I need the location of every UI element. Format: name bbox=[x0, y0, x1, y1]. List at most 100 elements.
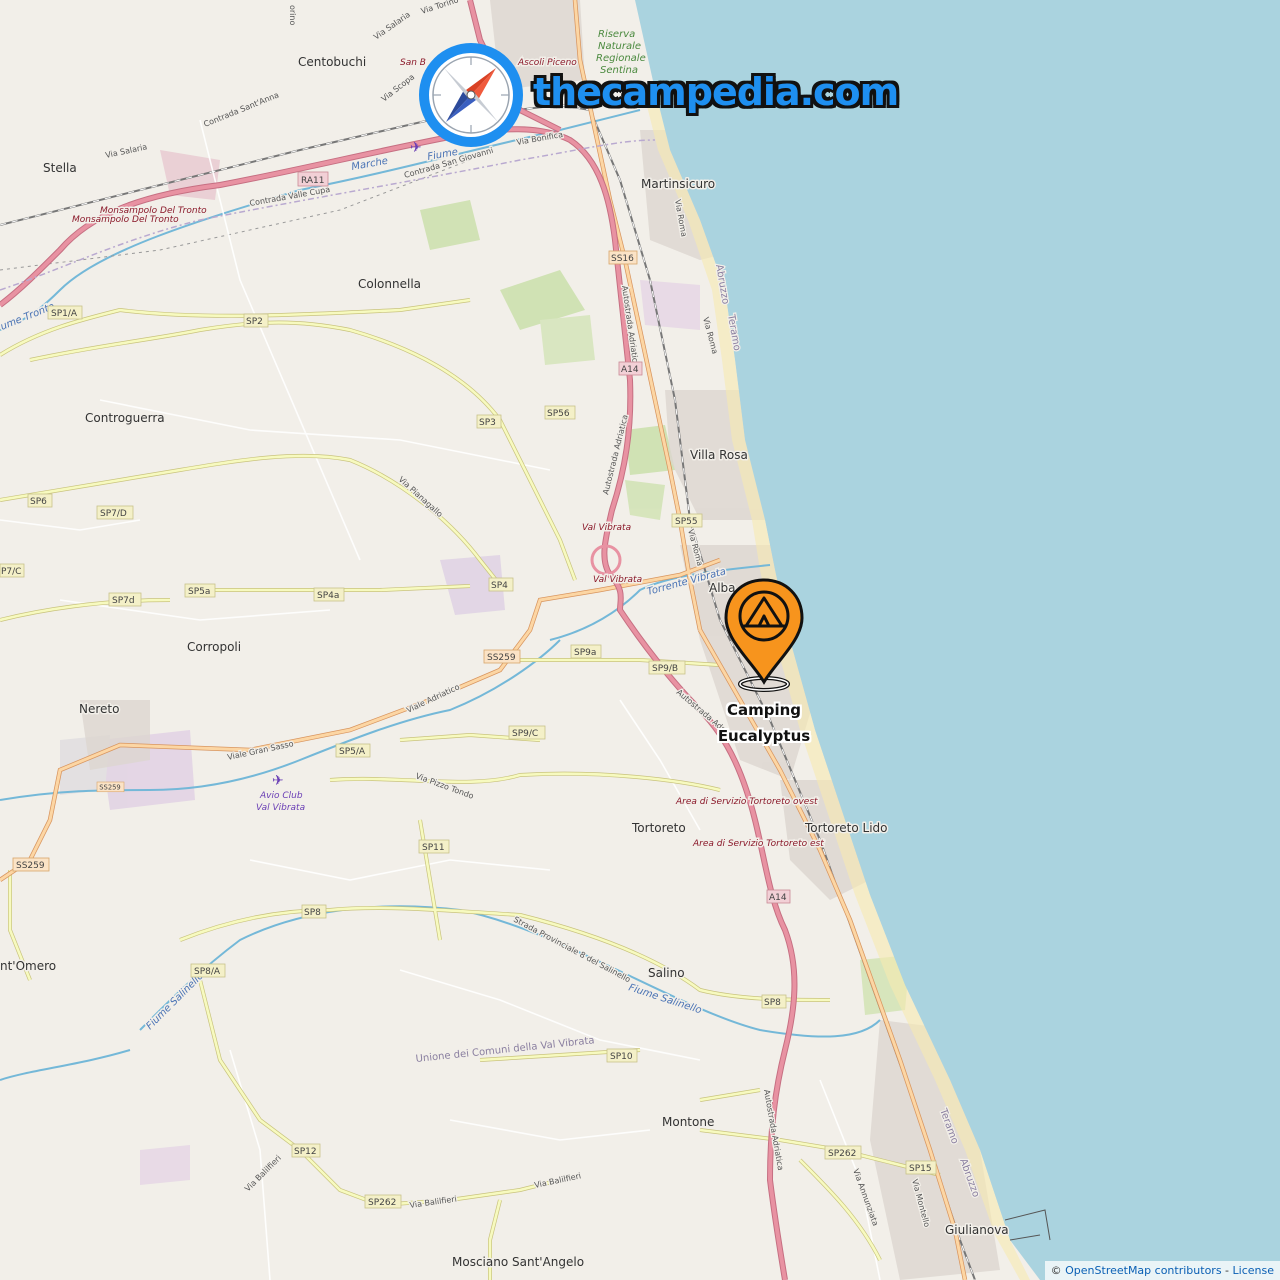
svg-text:SP15: SP15 bbox=[909, 1164, 932, 1174]
shield-sp262-2: SP262 bbox=[824, 1145, 862, 1160]
svg-text:RA11: RA11 bbox=[301, 176, 325, 186]
shield-sp5a: SP5a bbox=[184, 583, 216, 598]
svg-text:SP8: SP8 bbox=[764, 998, 781, 1008]
svg-text:SP55: SP55 bbox=[675, 517, 698, 527]
svg-text:SP10: SP10 bbox=[610, 1052, 633, 1062]
map-canvas[interactable]: ✈ ✈ Centobuchi Stella Martinsicuro Colon… bbox=[0, 0, 1280, 1280]
brand-wordmark[interactable]: thecampedia.com bbox=[533, 70, 899, 114]
shield-ss259-2: SS259 bbox=[96, 781, 125, 793]
shield-ss16: SS16 bbox=[608, 250, 638, 265]
svg-text:SP2: SP2 bbox=[246, 317, 263, 327]
svg-text:SP9a: SP9a bbox=[574, 648, 596, 658]
attribution-prefix: © bbox=[1050, 1264, 1066, 1277]
svg-text:SP11: SP11 bbox=[422, 843, 445, 853]
attribution-separator: - bbox=[1221, 1264, 1233, 1277]
shield-sp4a: SP4a bbox=[313, 587, 345, 602]
shield-sp9c: SP9/C bbox=[508, 725, 546, 740]
camping-marker[interactable] bbox=[724, 578, 804, 692]
compass-icon[interactable] bbox=[416, 40, 526, 150]
place-giulianova: Giulianova bbox=[945, 1223, 1009, 1237]
shield-sp262-1: SP262 bbox=[364, 1194, 402, 1209]
shield-sp15: SP15 bbox=[905, 1160, 937, 1175]
shield-sp55: SP55 bbox=[671, 513, 703, 528]
shield-sp1a: SP1/A bbox=[47, 305, 83, 320]
place-avio-2: Val Vibrata bbox=[256, 803, 305, 813]
shield-sp7d: SP7/D bbox=[96, 505, 134, 520]
marker-label-line-1: Camping bbox=[726, 701, 802, 719]
shield-sp9a: SP9a bbox=[570, 644, 602, 659]
svg-text:A14: A14 bbox=[769, 893, 787, 903]
shield-ss259-1: SS259 bbox=[483, 649, 521, 664]
shield-sp8a: SP8/A bbox=[190, 963, 226, 978]
svg-text:SP1/A: SP1/A bbox=[51, 309, 78, 319]
svg-text:SP4: SP4 bbox=[491, 581, 508, 591]
place-area-est: Area di Servizio Tortoreto est bbox=[692, 839, 824, 849]
riserva-3: Regionale bbox=[596, 53, 646, 64]
svg-text:SP5/A: SP5/A bbox=[339, 747, 366, 757]
place-martinsicuro: Martinsicuro bbox=[641, 177, 715, 191]
place-tortoreto-lido: Tortoreto Lido bbox=[804, 821, 888, 835]
place-mosciano: Mosciano Sant'Angelo bbox=[452, 1255, 584, 1269]
place-colonnella: Colonnella bbox=[358, 277, 421, 291]
shield-sp7d2: SP7d bbox=[108, 592, 142, 607]
svg-text:SP4a: SP4a bbox=[317, 591, 339, 601]
svg-text:SS259: SS259 bbox=[99, 784, 120, 792]
shield-sp8: SP8 bbox=[301, 904, 327, 919]
svg-text:SP12: SP12 bbox=[294, 1147, 317, 1157]
license-link[interactable]: License bbox=[1233, 1264, 1274, 1277]
camping-marker-label[interactable]: Camping Eucalyptus bbox=[700, 697, 828, 749]
place-villa-rosa: Villa Rosa bbox=[690, 448, 748, 462]
place-tortoreto: Tortoreto bbox=[631, 821, 686, 835]
svg-text:SP262: SP262 bbox=[368, 1198, 396, 1208]
shield-sp6: SP6 bbox=[27, 493, 53, 508]
shield-a14-1: A14 bbox=[618, 361, 643, 376]
compass-icon-graphic bbox=[419, 43, 523, 147]
svg-text:SP9/B: SP9/B bbox=[652, 664, 678, 674]
svg-text:A14: A14 bbox=[621, 365, 639, 375]
svg-text:SP262: SP262 bbox=[828, 1149, 856, 1159]
place-avio-1: Avio Club bbox=[259, 791, 303, 801]
place-controguerra: Controguerra bbox=[85, 411, 165, 425]
shield-sp56: SP56 bbox=[544, 405, 576, 420]
svg-text:SP7d: SP7d bbox=[112, 596, 135, 606]
place-stella: Stella bbox=[43, 161, 77, 175]
place-val-vibrata-1: Val Vibrata bbox=[582, 523, 631, 533]
airfield-icon: ✈ bbox=[272, 773, 284, 789]
shield-sp4: SP4 bbox=[488, 577, 514, 592]
place-area-ovest: Area di Servizio Tortoreto ovest bbox=[675, 797, 818, 807]
shield-sp9b: SP9/B bbox=[648, 660, 686, 675]
svg-text:SP8: SP8 bbox=[304, 908, 321, 918]
shield-sp7c: P7/C bbox=[0, 563, 25, 578]
map-attribution: © OpenStreetMap contributors - License bbox=[1044, 1261, 1280, 1280]
shield-sp12: SP12 bbox=[291, 1143, 321, 1158]
shield-sp5a2: SP5/A bbox=[335, 743, 371, 758]
svg-text:SP3: SP3 bbox=[479, 418, 496, 428]
place-corropoli: Corropoli bbox=[187, 640, 241, 654]
svg-text:SP5a: SP5a bbox=[188, 587, 210, 597]
place-ascoli: Ascoli Piceno bbox=[517, 58, 577, 68]
shield-sp2: SP2 bbox=[243, 313, 269, 328]
place-salino: Salino bbox=[648, 966, 685, 980]
place-centobuchi: Centobuchi bbox=[298, 55, 366, 69]
svg-text:SS259: SS259 bbox=[487, 653, 516, 663]
shield-sp11: SP11 bbox=[418, 839, 450, 854]
shield-sp8b: SP8 bbox=[761, 994, 787, 1009]
marker-label-line-2: Eucalyptus bbox=[717, 727, 811, 745]
place-nereto: Nereto bbox=[79, 702, 119, 716]
svg-text:SP8/A: SP8/A bbox=[194, 967, 221, 977]
riserva-2: Naturale bbox=[598, 41, 641, 52]
osm-contributors-link[interactable]: OpenStreetMap contributors bbox=[1065, 1264, 1221, 1277]
shield-ra11: RA11 bbox=[297, 171, 329, 187]
place-val-vibrata-2: Val Vibrata bbox=[593, 575, 642, 585]
svg-text:P7/C: P7/C bbox=[1, 567, 21, 577]
svg-text:SP56: SP56 bbox=[547, 409, 570, 419]
street-torino-frag: orino bbox=[288, 5, 297, 25]
shield-sp3: SP3 bbox=[476, 414, 502, 429]
camping-tent-icon bbox=[724, 578, 804, 692]
svg-text:SS16: SS16 bbox=[611, 254, 634, 264]
shield-sp10: SP10 bbox=[606, 1048, 638, 1063]
shield-a14-2: A14 bbox=[766, 889, 791, 904]
svg-text:SP6: SP6 bbox=[30, 497, 47, 507]
place-montone: Montone bbox=[662, 1115, 714, 1129]
svg-text:SP9/C: SP9/C bbox=[512, 729, 538, 739]
